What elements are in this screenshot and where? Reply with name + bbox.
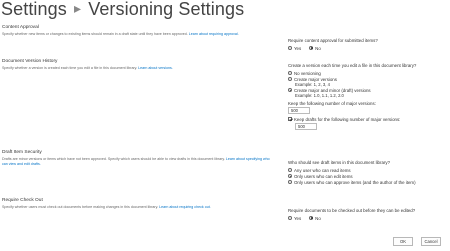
checkout-control: Require documents to be checked out befo… — [288, 208, 448, 221]
approval-yes-option[interactable]: Yes — [288, 45, 302, 51]
draft-any-label: Any user who can read items — [294, 167, 351, 173]
checkout-yes-radio[interactable] — [288, 215, 292, 220]
draft-approve-label: Only users who can approve items (and th… — [294, 179, 416, 185]
section-heading: Draft Item Security — [2, 150, 42, 155]
breadcrumb-separator-icon: ▸ — [73, 0, 82, 16]
breadcrumb-settings[interactable]: Settings — [1, 0, 67, 19]
keep-drafts-option[interactable]: Keep drafts for the following number of … — [288, 116, 448, 122]
check-out-section: Require Check Out Specify whether users … — [2, 198, 276, 210]
description-text: Specify whether users must check out doc… — [2, 205, 159, 209]
approval-control: Require content approval for submitted i… — [288, 38, 448, 51]
checkout-no-option[interactable]: No — [309, 215, 321, 221]
checkout-yes-label: Yes — [294, 215, 302, 221]
section-description: Specify whether new items or changes to … — [2, 32, 276, 37]
breadcrumb-current: Versioning Settings — [88, 0, 245, 19]
checkout-yes-option[interactable]: Yes — [288, 215, 302, 221]
description-text: Specify whether new items or changes to … — [2, 32, 188, 36]
keep-major-input[interactable]: 500 — [288, 107, 310, 114]
draft-view-control: Who should see draft items in this docum… — [288, 160, 448, 185]
approval-no-option[interactable]: No — [309, 45, 321, 51]
draft-approve-radio[interactable] — [288, 180, 292, 184]
section-heading: Document Version History — [2, 59, 58, 64]
section-heading: Content Approval — [2, 25, 39, 30]
draft-view-question: Who should see draft items in this docum… — [288, 160, 391, 165]
versioning-control: Create a version each time you edit a fi… — [288, 63, 448, 132]
keep-major-label: Keep the following number of major versi… — [288, 101, 376, 106]
section-description: Specify whether users must check out doc… — [2, 205, 276, 210]
page-title: Settings ▸ Versioning Settings — [1, 0, 244, 20]
draft-any-radio[interactable] — [288, 168, 292, 172]
versioning-question: Create a version each time you edit a fi… — [288, 63, 417, 68]
learn-checkout-link[interactable]: Learn about requiring check out. — [159, 205, 211, 209]
approval-no-radio[interactable] — [309, 45, 314, 50]
learn-versions-link[interactable]: Learn about versions. — [138, 66, 173, 70]
major-minor-example: Example: 1.0, 1.1, 1.2, 2.0 — [295, 93, 344, 98]
draft-edit-label: Only users who can edit items — [294, 173, 353, 179]
description-text: Specify whether a version is created eac… — [2, 66, 138, 70]
major-minor-radio[interactable] — [288, 88, 292, 92]
learn-approval-link[interactable]: Learn about requiring approval. — [189, 32, 239, 36]
keep-drafts-input[interactable]: 500 — [295, 123, 317, 130]
no-versioning-label: No versioning — [294, 70, 321, 76]
section-heading: Require Check Out — [2, 198, 43, 203]
version-history-section: Document Version History Specify whether… — [2, 59, 276, 71]
no-versioning-radio[interactable] — [288, 71, 292, 75]
section-description: Specify whether a version is created eac… — [2, 66, 276, 71]
section-description: Drafts are minor versions or items which… — [2, 157, 276, 167]
checkout-no-label: No — [315, 215, 321, 221]
cancel-button[interactable]: Cancel — [421, 237, 441, 246]
approval-question: Require content approval for submitted i… — [288, 38, 378, 43]
approval-no-label: No — [315, 45, 321, 51]
major-minor-label: Create major and minor (draft) versions — [294, 87, 371, 93]
draft-approve-option[interactable]: Only users who can approve items (and th… — [288, 179, 448, 185]
approval-yes-label: Yes — [294, 45, 302, 51]
keep-drafts-label: Keep drafts for the following number of … — [294, 116, 401, 122]
draft-edit-radio[interactable] — [288, 174, 292, 178]
content-approval-section: Content Approval Specify whether new ite… — [2, 25, 276, 37]
draft-security-section: Draft Item Security Drafts are minor ver… — [2, 150, 276, 167]
description-text: Drafts are minor versions or items which… — [2, 157, 225, 161]
major-versions-label: Create major versions — [294, 76, 337, 82]
major-versions-radio[interactable] — [288, 77, 292, 81]
approval-yes-radio[interactable] — [288, 45, 292, 50]
checkout-no-radio[interactable] — [309, 215, 314, 220]
keep-drafts-checkbox[interactable] — [288, 117, 292, 121]
checkout-question: Require documents to be checked out befo… — [288, 208, 416, 213]
ok-button[interactable]: OK — [393, 237, 413, 246]
